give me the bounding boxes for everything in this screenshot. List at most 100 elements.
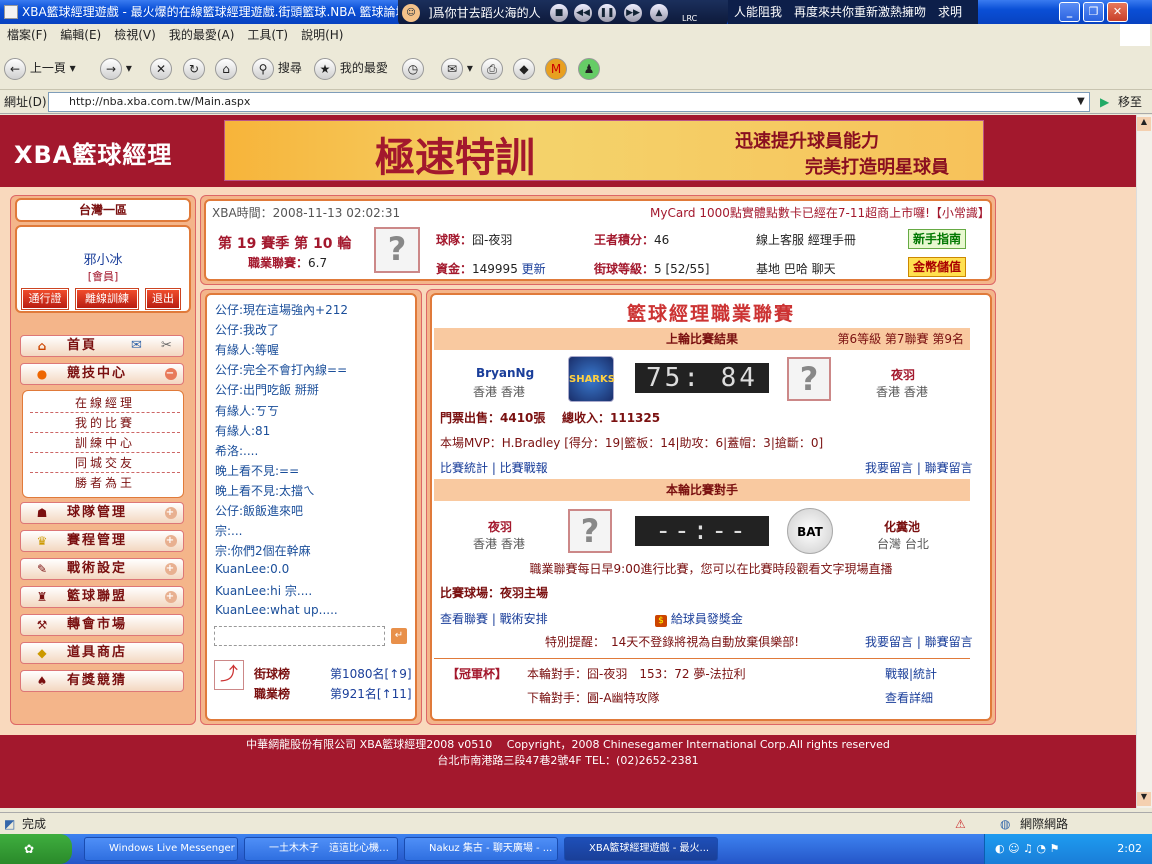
menu-favorites[interactable]: 我的最愛(A) <box>169 28 235 42</box>
gold-icon: ◆ <box>37 646 49 660</box>
offline-train-button[interactable]: 離線訓練 <box>75 288 139 310</box>
menu-edit[interactable]: 編輯(E) <box>60 28 101 42</box>
forward-button[interactable]: → ▾ <box>100 56 132 80</box>
notice[interactable]: MyCard 1000點實體點數卡已經在7-11超商上市囉!【小常識】 <box>650 204 990 221</box>
chat-message: 有緣人:ㄎㄎ <box>215 403 280 418</box>
eject-icon[interactable]: ▲ <box>650 4 668 22</box>
newbie-guide-button[interactable]: 新手指南 <box>908 229 966 249</box>
sharks-logo[interactable]: SHARKS <box>568 356 615 402</box>
star-icon: ★ <box>314 57 336 80</box>
go-button[interactable]: 移至 <box>1118 91 1142 113</box>
rewind-icon[interactable]: ◀◀ <box>574 4 592 22</box>
collapse-icon[interactable]: − <box>165 368 177 380</box>
community-links[interactable]: 基地 巴哈 聊天 <box>756 260 836 277</box>
nav-team[interactable]: ☗ 球隊管理 + <box>20 502 184 524</box>
manager-avatar[interactable]: ? <box>374 227 420 273</box>
bat-logo[interactable]: BAT <box>787 508 833 554</box>
task-xba-active[interactable]: XBA籃球經理遊戲 - 最火... <box>564 837 718 861</box>
nav-tactics[interactable]: ✎ 戰術設定 + <box>20 558 184 580</box>
mail-nav-icon[interactable]: ✉ <box>131 336 144 356</box>
tools-nav-icon[interactable]: ✂ <box>161 336 174 356</box>
history-button[interactable]: ◷ <box>402 56 424 80</box>
chat-input[interactable] <box>214 626 385 646</box>
match-stats-links[interactable]: 比賽統計 | 比賽戰報 <box>440 459 548 476</box>
scroll-down-icon[interactable]: ▼ <box>1137 792 1151 806</box>
nav-home[interactable]: ⌂ 首頁 ✉ ✂ <box>20 335 184 357</box>
nav-league[interactable]: ♜ 籃球聯盟 + <box>20 586 184 608</box>
menu-file[interactable]: 檔案(F) <box>7 28 47 42</box>
mail-button[interactable]: ✉ ▾ <box>441 56 473 80</box>
address-dropdown-icon[interactable]: ▼ <box>1077 91 1085 113</box>
discuss-button[interactable]: ◆ <box>513 56 535 80</box>
pause-icon[interactable]: ❚❚ <box>598 4 616 22</box>
task-nakuz[interactable]: Nakuz 集古 - 聊天廣場 - ... <box>404 837 558 861</box>
next-away-team[interactable]: 化糞池 <box>884 518 920 535</box>
stop-icon[interactable]: ■ <box>550 4 568 22</box>
message-links-2[interactable]: 我要留言 | 聯賽留言 <box>865 633 973 650</box>
nav-training[interactable]: 訓練中心 <box>30 433 180 453</box>
go-arrow-icon[interactable]: ▶ <box>1100 91 1109 113</box>
forward-icon[interactable]: ▶▶ <box>624 4 642 22</box>
message-links[interactable]: 我要留言 | 聯賽留言 <box>865 459 973 476</box>
nav-lottery[interactable]: ♠ 有獎競猜 <box>20 670 184 692</box>
nav-dating[interactable]: 同城交友 <box>30 453 180 473</box>
mcdonalds-button[interactable]: M <box>545 56 567 80</box>
menu-tools[interactable]: 工具(T) <box>247 28 288 42</box>
print-button[interactable]: ⎙ <box>481 56 503 80</box>
tray-icons[interactable]: ◐ ☺ ♫ ◔ ⚑ <box>995 842 1059 855</box>
messenger-button[interactable]: ♟ <box>578 56 600 80</box>
task-messenger[interactable]: Windows Live Messenger <box>84 837 238 861</box>
address-input[interactable]: http://nba.xba.com.tw/Main.aspx <box>48 92 1090 112</box>
expand-icon[interactable]: + <box>165 535 177 547</box>
refresh-button[interactable]: ↻ <box>183 56 205 80</box>
nav-shop[interactable]: ◆ 道具商店 <box>20 642 184 664</box>
site-logo[interactable]: XBA籃球經理 <box>14 135 172 170</box>
home-button[interactable]: ⌂ <box>215 56 237 80</box>
cup-detail-link[interactable]: 查看詳細 <box>885 689 933 706</box>
away-team-avatar[interactable]: ? <box>787 357 831 401</box>
next-home-avatar[interactable]: ? <box>568 509 612 553</box>
next-home-team[interactable]: 夜羽 <box>488 518 512 535</box>
menu-view[interactable]: 檢視(V) <box>114 28 156 42</box>
back-button[interactable]: ← 上一頁 ▾ <box>4 56 76 80</box>
scroll-up-icon[interactable]: ▲ <box>1137 117 1151 131</box>
bonus-link[interactable]: $ 給球員發獎金 <box>655 610 743 627</box>
passport-button[interactable]: 通行證 <box>21 288 69 310</box>
address-label: 網址(D) <box>4 95 47 109</box>
nav-my-match[interactable]: 我的比賽 <box>30 413 180 433</box>
favorites-button[interactable]: ★ 我的最愛 <box>314 56 388 80</box>
stop-button[interactable]: ✕ <box>150 56 172 80</box>
start-button[interactable]: ✿ <box>0 834 72 864</box>
nav-schedule[interactable]: ♛ 賽程管理 + <box>20 530 184 552</box>
expand-icon[interactable]: + <box>165 563 177 575</box>
search-button[interactable]: ⚲ 搜尋 <box>252 56 302 80</box>
user-name: 邪小冰 <box>83 253 123 268</box>
close-button[interactable]: ✕ <box>1107 2 1128 22</box>
vertical-scrollbar[interactable]: ▲ ▼ <box>1136 115 1152 808</box>
banner-ad[interactable]: 極速特訓 迅速提升球員能力 完美打造明星球員 <box>224 120 984 181</box>
league-links[interactable]: 查看聯賽 | 戰術安排 <box>440 610 548 627</box>
menu-help[interactable]: 說明(H) <box>301 28 343 42</box>
league-panel <box>430 293 992 721</box>
away-team[interactable]: 夜羽 <box>880 366 926 383</box>
expand-icon[interactable]: + <box>165 591 177 603</box>
discuss-icon: ◆ <box>513 57 535 80</box>
nav-winner[interactable]: 勝者為王 <box>30 473 180 493</box>
nav-arena[interactable]: ● 競技中心 − <box>20 363 184 385</box>
gold-recharge-button[interactable]: 金幣儲值 <box>908 257 966 277</box>
toolbar: ← 上一頁 ▾ → ▾ ✕ ↻ ⌂ ⚲ 搜尋 ★ 我的最愛 ◷ ✉ ▾ ⎙ ◆ … <box>0 46 1152 90</box>
nav-transfer[interactable]: ⚒ 轉會市場 <box>20 614 184 636</box>
maximize-button[interactable]: ❐ <box>1083 2 1104 22</box>
rank-chart-icon: ⤴ <box>214 660 244 690</box>
service-links[interactable]: 線上客服 經理手冊 <box>756 231 856 248</box>
expand-icon[interactable]: + <box>165 507 177 519</box>
send-icon[interactable]: ↵ <box>391 628 407 644</box>
update-link[interactable]: 更新 <box>522 262 546 276</box>
nav-online-manager[interactable]: 在線經理 <box>30 393 180 413</box>
home-team[interactable]: BryanNg <box>476 366 534 380</box>
task-chat[interactable]: 一土木木子 這這比心機… <box>244 837 398 861</box>
forward-icon: → <box>100 57 122 80</box>
cup-report-link[interactable]: 戰報|統計 <box>885 665 937 682</box>
exit-button[interactable]: 退出 <box>145 288 181 310</box>
minimize-button[interactable]: _ <box>1059 2 1080 22</box>
